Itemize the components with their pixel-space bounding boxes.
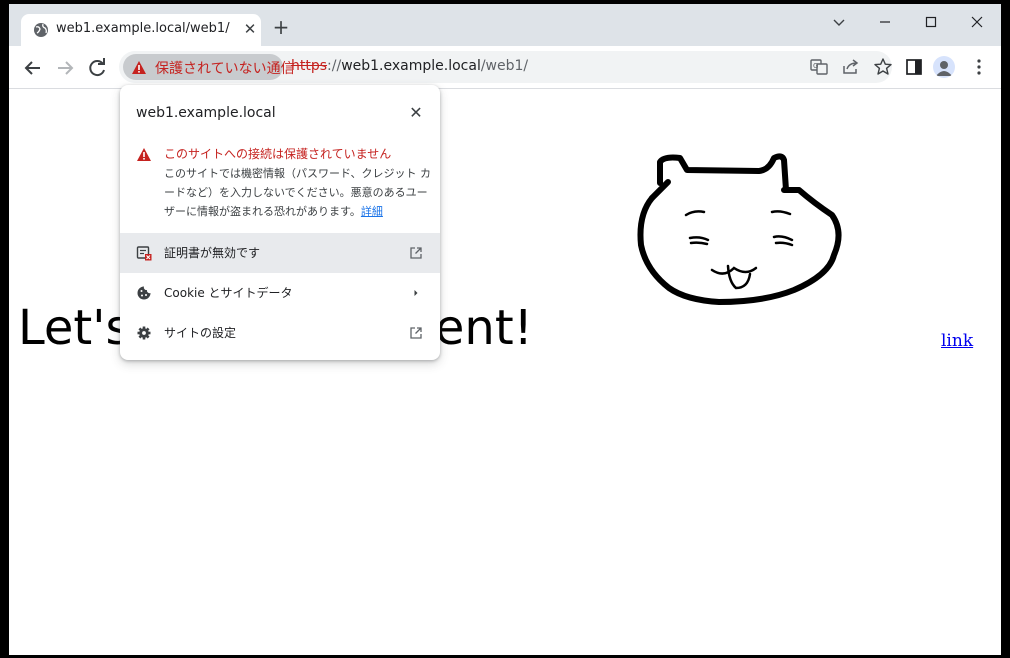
reload-icon[interactable]	[84, 55, 110, 81]
new-tab-button[interactable]: +	[271, 17, 291, 37]
connection-warning-description: このサイトでは機密情報（パスワード、クレジット カードなど）を入力しないでくださ…	[164, 164, 432, 221]
tab-strip: web1.example.local/web1/ ✕ +	[9, 4, 1001, 46]
url-text: https://web1.example.local/web1/	[291, 58, 528, 74]
share-icon[interactable]	[841, 57, 861, 77]
translate-icon[interactable]: G	[809, 57, 829, 77]
menu-item-label: サイトの設定	[164, 326, 237, 340]
minimize-icon[interactable]	[873, 10, 897, 34]
menu-item-cookies[interactable]: Cookie とサイトデータ	[120, 273, 440, 313]
external-link-icon	[410, 327, 422, 339]
gear-icon	[137, 326, 151, 340]
person-icon	[936, 61, 952, 76]
warning-icon	[132, 61, 146, 74]
menu-item-certificate[interactable]: 証明書が無効です	[120, 233, 440, 273]
popup-domain: web1.example.local	[136, 105, 276, 121]
side-panel-icon[interactable]	[904, 57, 924, 77]
certificate-icon	[136, 246, 152, 261]
security-chip-label: 保護されていない通信	[155, 61, 295, 77]
tab-active[interactable]: web1.example.local/web1/ ✕	[21, 14, 261, 46]
connection-warning-title: このサイトへの接続は保護されていません	[164, 147, 392, 161]
learn-more-link[interactable]: 詳細	[361, 205, 383, 218]
tab-title: web1.example.local/web1/	[56, 21, 230, 36]
forward-arrow-icon[interactable]	[52, 55, 78, 81]
profile-avatar-icon[interactable]	[933, 56, 955, 78]
warning-description-text: このサイトでは機密情報（パスワード、クレジット カードなど）を入力しないでくださ…	[164, 167, 432, 218]
close-window-icon[interactable]	[965, 10, 989, 34]
toolbar: 保護されていない通信 https://web1.example.local/we…	[9, 46, 1001, 89]
url-host: web1.example.local	[341, 58, 481, 74]
external-link-icon	[410, 247, 422, 259]
maximize-icon[interactable]	[919, 10, 943, 34]
url-scheme: https	[291, 58, 328, 74]
globe-icon	[34, 23, 48, 37]
url-path: /web1/	[480, 58, 529, 74]
star-icon[interactable]	[873, 57, 893, 77]
more-menu-icon[interactable]	[969, 57, 989, 77]
security-chip[interactable]: 保護されていない通信	[123, 54, 295, 80]
tab-search-icon[interactable]	[827, 10, 851, 34]
tab-close-icon[interactable]: ✕	[242, 21, 258, 37]
back-arrow-icon[interactable]	[20, 55, 46, 81]
menu-item-label: Cookie とサイトデータ	[164, 286, 293, 300]
url-separator: ://	[327, 58, 342, 74]
heading-left: Let's	[18, 300, 131, 356]
address-bar[interactable]: 保護されていない通信 https://web1.example.local/we…	[119, 51, 892, 83]
popup-close-icon[interactable]: ✕	[408, 105, 424, 121]
warning-icon	[137, 148, 151, 161]
page-link[interactable]: link	[941, 331, 973, 351]
chevron-right-icon	[414, 290, 418, 296]
cookie-icon	[137, 286, 151, 300]
menu-item-site-settings[interactable]: サイトの設定	[120, 313, 440, 353]
menu-item-label: 証明書が無効です	[164, 246, 261, 260]
site-info-popup: web1.example.local ✕ このサイトへの接続は保護されていません…	[120, 85, 440, 360]
svg-text:G: G	[813, 62, 818, 70]
cat-drawing	[637, 153, 842, 305]
browser-window: web1.example.local/web1/ ✕ + 保護されていない通信 …	[9, 4, 1001, 655]
